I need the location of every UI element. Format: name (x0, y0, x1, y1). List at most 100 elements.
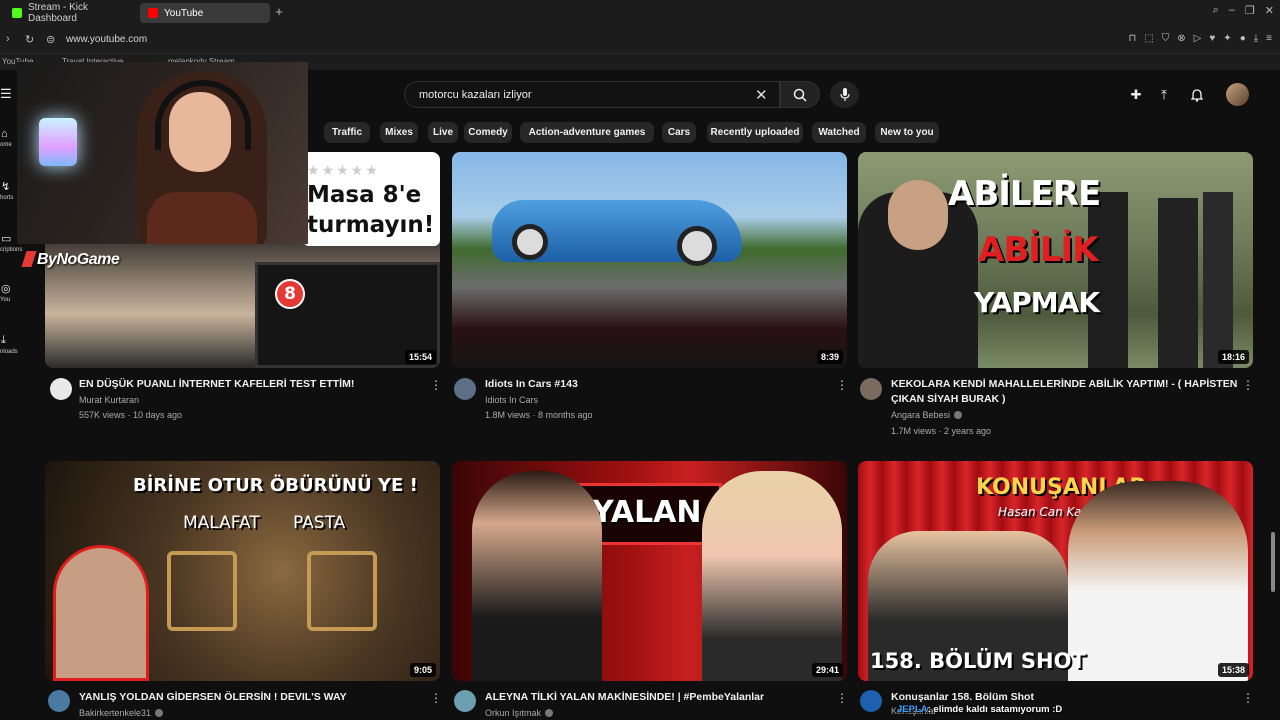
video-title[interactable]: ALEYNA TİLKİ YALAN MAKİNESİNDE! | #Pembe… (485, 690, 830, 705)
person-graphic (1088, 192, 1128, 368)
minimize-icon[interactable]: – (1229, 4, 1235, 17)
download-icon[interactable]: ⤓ (1254, 33, 1258, 44)
thumbnail-text: BİRİNE OTUR ÖBÜRÜNÜ YE ! (133, 475, 418, 496)
channel-avatar[interactable] (860, 690, 882, 712)
channel-name[interactable]: Bakirkertenkele31 (79, 708, 164, 718)
filter-chip[interactable]: Mixes (380, 122, 418, 143)
kick-favicon-icon (12, 8, 22, 18)
address-bar: › ↻ ⊜ www.youtube.com ⊓ ⬚ ⛉ ⊗ ▷ ♥ ✦ ● ⤓ … (0, 26, 1280, 54)
channel-name[interactable]: Orkun Işıtmak (485, 708, 554, 718)
search-button[interactable] (780, 81, 820, 108)
sidebar-item-label: You (0, 297, 11, 303)
video-title[interactable]: EN DÜŞÜK PUANLI İNTERNET KAFELERİ TEST E… (79, 377, 419, 392)
video-duration: 8:39 (816, 350, 843, 364)
account-avatar[interactable] (1226, 83, 1249, 106)
guide-menu-icon[interactable]: ☰ (0, 86, 14, 101)
channel-avatar[interactable] (860, 378, 882, 400)
create-icon[interactable]: ✚ (1128, 87, 1144, 103)
wheel-graphic (677, 226, 717, 266)
sidebar-item-label: nloads (0, 349, 18, 355)
channel-avatar[interactable] (48, 690, 70, 712)
channel-avatar[interactable] (454, 378, 476, 400)
channel-avatar[interactable] (50, 378, 72, 400)
thumbnail-text: 158. BÖLÜM SHOT (870, 649, 1086, 673)
site-info-icon[interactable]: ⊜ (46, 33, 55, 46)
channel-name[interactable]: Murat Kurtaran (79, 395, 139, 405)
filter-chip[interactable]: Live (428, 122, 458, 143)
brand-watermark: ByNoGame (21, 251, 120, 269)
downloads-icon: ⤓ (1, 334, 6, 346)
filter-chip[interactable]: Action-adventure games (520, 122, 654, 143)
more-actions-icon[interactable]: ⋮ (1242, 378, 1254, 392)
video-thumbnail[interactable]: BİRİNE OTUR ÖBÜRÜNÜ YE ! MALAFAT PASTA 9… (45, 461, 440, 681)
channel-avatar[interactable] (454, 690, 476, 712)
chat-username: JEPLA (897, 704, 928, 715)
video-thumbnail[interactable]: ABİLERE ABİLİK YAPMAK 18:16 (858, 152, 1253, 368)
more-actions-icon[interactable]: ⋮ (836, 691, 848, 705)
channel-name[interactable]: Idiots In Cars (485, 395, 538, 405)
profile-icon[interactable]: ● (1240, 33, 1246, 44)
tab-kick-dashboard[interactable]: Stream - Kick Dashboard (4, 2, 138, 24)
verified-badge-icon (954, 411, 963, 419)
page-scrollbar[interactable] (1271, 532, 1275, 592)
search-tabs-icon[interactable]: ⌕ (1213, 4, 1219, 17)
reload-icon[interactable]: ↻ (25, 33, 34, 46)
video-title[interactable]: KEKOLARA KENDİ MAHALLELERİNDE ABİLİK YAP… (891, 377, 1241, 407)
filter-chip[interactable]: Cars (662, 122, 696, 143)
notifications-bell-icon[interactable] (1189, 87, 1205, 103)
video-duration: 15:54 (404, 350, 436, 364)
more-actions-icon[interactable]: ⋮ (1242, 691, 1254, 705)
screenshot-icon[interactable]: ⬚ (1144, 33, 1153, 44)
more-actions-icon[interactable]: ⋮ (836, 378, 848, 392)
shield-icon[interactable]: ⛉ (1162, 33, 1170, 44)
thumbnail-text: YALAN (592, 495, 702, 530)
video-title[interactable]: Konuşanlar 158. Bölüm Shot (891, 690, 1236, 705)
thumbnail-text: Masa 8'e (307, 182, 422, 208)
close-window-icon[interactable]: ✕ (1265, 4, 1274, 17)
search-box: ✕ (404, 81, 780, 108)
filter-chip[interactable]: Comedy (464, 122, 512, 143)
forward-icon[interactable]: › (6, 33, 10, 45)
chat-overlay: JEPLA: elimde kaldı satamıyorum :D (897, 704, 1062, 715)
chat-message: : elimde kaldı satamıyorum :D (927, 704, 1063, 715)
host-graphic (1068, 481, 1248, 681)
thumbnail-text: MALAFAT (183, 513, 260, 533)
video-title[interactable]: YANLIŞ YOLDAN GİDERSEN ÖLERSİN ! DEVIL'S… (79, 690, 424, 705)
thumbnail-text: YAPMAK (974, 286, 1100, 319)
channel-name[interactable]: Angara Bebesi (891, 410, 963, 420)
video-title[interactable]: Idiots In Cars #143 (485, 377, 825, 392)
bookmark-icon[interactable]: ⊓ (1129, 33, 1137, 44)
search-input[interactable] (417, 88, 747, 102)
filter-chip[interactable]: New to you (875, 122, 939, 143)
tab-youtube[interactable]: YouTube (140, 3, 270, 23)
thumbnail-text: PASTA (293, 513, 346, 533)
more-actions-icon[interactable]: ⋮ (430, 378, 442, 392)
restore-icon[interactable]: ❐ (1245, 4, 1255, 17)
menu-icon[interactable]: ≡ (1266, 33, 1272, 44)
voice-search-button[interactable] (830, 81, 859, 108)
heart-icon[interactable]: ♥ (1209, 33, 1215, 44)
clear-search-icon[interactable]: ✕ (755, 86, 768, 104)
sidebar-item[interactable]: ⤓ nloads (0, 334, 24, 355)
more-actions-icon[interactable]: ⋮ (430, 691, 442, 705)
rating-stars-icon: ★★★★★ (307, 162, 380, 178)
filter-chip[interactable]: Watched (812, 122, 866, 143)
puzzle-icon[interactable]: ✦ (1223, 33, 1231, 44)
person-graphic (702, 471, 842, 681)
filter-chip[interactable]: Traffic (324, 122, 370, 143)
video-thumbnail[interactable]: KONUŞANLAR Hasan Can Kaya 158. BÖLÜM SHO… (858, 461, 1253, 681)
extension-icon[interactable]: ⊗ (1177, 33, 1185, 44)
filter-chip[interactable]: Recently uploaded (707, 122, 803, 143)
video-thumbnail[interactable]: 8:39 (452, 152, 847, 368)
person-graphic (1203, 192, 1233, 368)
url-field[interactable]: www.youtube.com (66, 34, 147, 45)
new-tab-button[interactable]: + (272, 4, 286, 20)
sidebar-item[interactable]: ◎ You (0, 282, 24, 303)
upload-icon[interactable]: ⤒ (1156, 87, 1172, 103)
chair-graphic (307, 551, 377, 631)
verified-badge-icon (155, 709, 164, 717)
thumbnail-text: 8 (284, 284, 296, 304)
play-icon[interactable]: ▷ (1194, 33, 1202, 44)
video-thumbnail[interactable]: YALAN 29:41 (452, 461, 847, 681)
video-duration: 15:38 (1217, 663, 1249, 677)
